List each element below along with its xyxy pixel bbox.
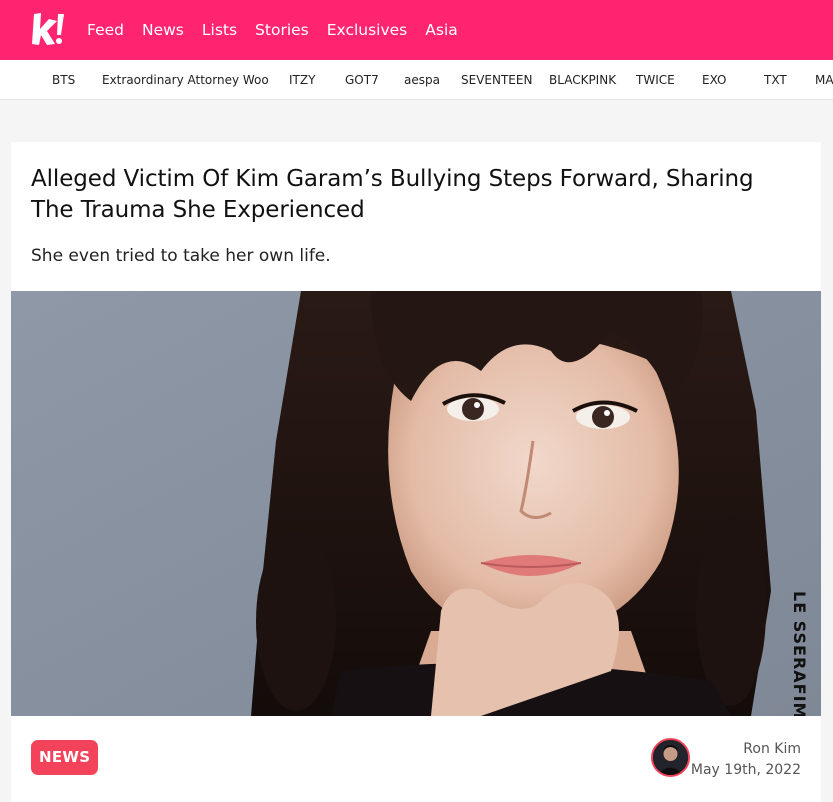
tag-link[interactable]: EXO [702, 60, 726, 99]
author-avatar[interactable] [651, 738, 690, 777]
tag-link[interactable]: BLACKPINK [549, 60, 616, 99]
category-badge[interactable]: NEWS [31, 740, 99, 775]
top-navigation-bar: Feed News Lists Stories Exclusives Asia [0, 0, 833, 60]
publish-date: May 19th, 2022 [690, 762, 801, 778]
article-title-line: Alleged Victim Of Kim Garam’s Bullying S… [31, 166, 754, 192]
koreaboo-logo-icon[interactable] [30, 11, 66, 47]
tag-link[interactable]: SEVENTEEN [461, 60, 532, 99]
nav-news-link[interactable]: News [142, 21, 184, 39]
nav-lists-link[interactable]: Lists [202, 21, 237, 39]
tag-link[interactable]: MA [815, 60, 833, 99]
nav-feed-link[interactable]: Feed [87, 21, 124, 39]
tag-link[interactable]: aespa [404, 60, 440, 99]
article-card: Alleged Victim Of Kim Garam’s Bullying S… [11, 142, 821, 802]
tag-link[interactable]: ITZY [289, 60, 315, 99]
tag-link[interactable]: BTS [52, 60, 75, 99]
nav-stories-link[interactable]: Stories [255, 21, 309, 39]
author-photo [653, 740, 688, 775]
nav-exclusives-link[interactable]: Exclusives [327, 21, 408, 39]
nav-asia-link[interactable]: Asia [425, 21, 457, 39]
article-title-line: The Trauma She Experienced [31, 197, 365, 223]
main-nav: Feed News Lists Stories Exclusives Asia [87, 0, 476, 60]
article-subtitle: She even tried to take her own life. [31, 246, 331, 266]
tag-link[interactable]: TWICE [636, 60, 675, 99]
article-hero-image[interactable]: LE SSERAFIM [11, 291, 821, 716]
image-watermark: LE SSERAFIM [790, 591, 809, 716]
topic-tag-bar: BTS Extraordinary Attorney Woo ITZY GOT7… [0, 60, 833, 100]
article-title[interactable]: Alleged Victim Of Kim Garam’s Bullying S… [31, 164, 801, 226]
author-name[interactable]: Ron Kim [743, 741, 801, 757]
tag-link[interactable]: TXT [764, 60, 787, 99]
tag-link[interactable]: GOT7 [345, 60, 379, 99]
tag-link[interactable]: Extraordinary Attorney Woo [102, 60, 269, 99]
hero-photo: LE SSERAFIM [11, 291, 821, 716]
